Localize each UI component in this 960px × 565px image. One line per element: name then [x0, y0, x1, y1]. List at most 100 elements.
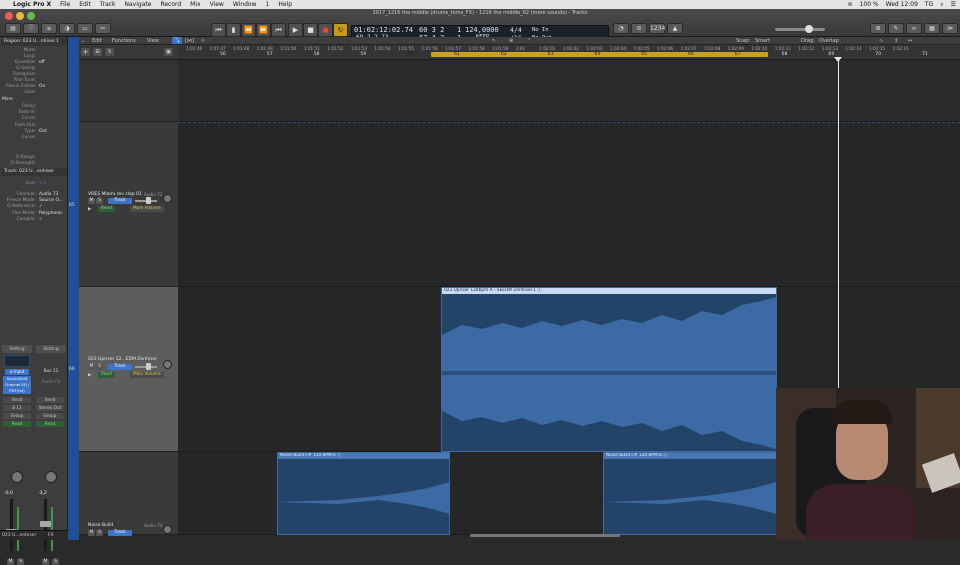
track2-solo-button[interactable]: S: [96, 364, 103, 370]
insp-row-type[interactable]: Type: Out: [2, 129, 66, 134]
track2-automation-param[interactable]: Main Volume: [130, 372, 164, 378]
insp-row-finetune[interactable]: Fine Tune:: [2, 78, 66, 83]
input-slot[interactable]: ⊘ Input: [5, 369, 29, 375]
add-track-button[interactable]: +: [81, 48, 90, 56]
track-name-3[interactable]: Noise Build: [88, 523, 113, 528]
insp-row-fadein[interactable]: Fade In:: [2, 110, 66, 115]
solo-button[interactable]: ⊘: [631, 23, 647, 34]
more-button[interactable]: ≫: [942, 23, 958, 34]
smart-controls-button[interactable]: ◑: [59, 23, 75, 34]
track-name-1[interactable]: VOES Miami rev clap 01: [88, 192, 142, 197]
region-noise-build-2[interactable]: Noise Build F# 120 BPM.6 ⓒ: [603, 452, 777, 535]
insp-row-icon[interactable]: Icon: ∿∿: [2, 181, 66, 186]
read-button-2[interactable]: Read: [36, 421, 64, 427]
menu-navigate[interactable]: Navigate: [125, 1, 152, 8]
toolbar-button[interactable]: ≡: [41, 23, 57, 34]
menu-app-name[interactable]: Logic Pro X: [13, 1, 51, 8]
insp-row-curve1[interactable]: Curve:: [2, 116, 66, 121]
lane-1[interactable]: [178, 122, 960, 287]
eq-thumbnail[interactable]: [4, 355, 30, 367]
group-slot-2[interactable]: Group: [36, 413, 64, 419]
cycle-button[interactable]: ↻: [333, 23, 348, 37]
region-inspector-header[interactable]: Region: 023 U...nhiser.1: [1, 38, 67, 46]
insp-row-gain[interactable]: Gain:: [2, 90, 66, 95]
search-icon[interactable]: ⌕: [940, 1, 943, 9]
vertical-zoom-icon[interactable]: ↕: [894, 38, 898, 44]
menu-track[interactable]: Track: [100, 1, 116, 8]
read-button-1[interactable]: Read: [3, 421, 31, 427]
track2-mute-button[interactable]: M: [88, 364, 95, 370]
insp-row-channel[interactable]: Channel: Audio 73: [2, 192, 66, 197]
chevron-down-icon[interactable]: ⌄: [81, 38, 85, 44]
secondary-tool-icon[interactable]: ⊕: [509, 38, 513, 44]
clock[interactable]: Wed 12:09: [886, 1, 918, 9]
menu-edit[interactable]: Edit: [79, 1, 91, 8]
menu-window[interactable]: Window: [233, 1, 257, 8]
setting-button-2[interactable]: Setting: [36, 345, 66, 353]
insp-row-flexmode[interactable]: Flex Mode: Polyphonic: [2, 211, 66, 216]
tuner-button[interactable]: ◔: [613, 23, 629, 34]
master-volume-knob[interactable]: [805, 25, 813, 33]
pan-knob-1[interactable]: [11, 471, 23, 483]
go-to-start-button[interactable]: ⏮: [271, 23, 286, 37]
flex-view-icon[interactable]: [⋈]: [185, 38, 194, 44]
global-tracks-toggle-icon[interactable]: ▣: [164, 48, 173, 56]
track2-read-button[interactable]: Read: [98, 372, 115, 378]
playhead-marker-icon[interactable]: [834, 57, 842, 62]
send-slot-2[interactable]: Send: [36, 397, 64, 403]
editors-button[interactable]: ✂: [95, 23, 111, 34]
back-button[interactable]: ⏪: [241, 23, 256, 37]
track1-solo-button[interactable]: S: [96, 198, 103, 204]
solo-button-strip1[interactable]: S: [17, 559, 24, 565]
menu-help[interactable]: Help: [278, 1, 292, 8]
battery-status[interactable]: 100 %: [860, 1, 879, 9]
insp-more-toggle[interactable]: More: [2, 97, 66, 102]
track-solo-s-button[interactable]: S: [105, 48, 114, 56]
rewind-button[interactable]: ▮: [226, 23, 241, 37]
horizontal-zoom-icon[interactable]: ↔: [908, 38, 912, 44]
track1-read-button[interactable]: Read: [98, 206, 115, 212]
solo-button-strip2[interactable]: S: [52, 559, 59, 565]
track-header-3[interactable]: Noise Build Audio 74 M S Track: [79, 452, 178, 536]
track3-track-button[interactable]: Track: [108, 530, 132, 536]
region-noise-build-1[interactable]: Noise Build F# 120 BPM.6 ⓒ: [277, 452, 450, 535]
track-header-2[interactable]: 023 Upriser 12...EDM Zenhiser M S Track …: [79, 287, 178, 452]
drag-select[interactable]: Overlap: [819, 38, 839, 44]
view-menu[interactable]: View: [147, 38, 159, 44]
track2-volume-handle[interactable]: [146, 363, 151, 370]
audio-fx-plugin-slot[interactable]: SoundShift Channel EQ / PDT(tst): [3, 376, 31, 394]
flex-mode-icon[interactable]: ⟐: [201, 38, 205, 44]
insp-row-qstrength[interactable]: Q-Strength:: [2, 161, 66, 166]
insp-row-fadeout[interactable]: Fade Out:: [2, 123, 66, 128]
track3-mute-button[interactable]: M: [88, 530, 95, 536]
region-upriser-label[interactable]: 023 Upriser 128bpm A - SEEDM Zenhiser.1 …: [442, 288, 776, 294]
insp-row-qref[interactable]: Q-Reference: ✓: [2, 204, 66, 209]
lane-0[interactable]: [178, 60, 960, 122]
playhead[interactable]: [838, 60, 839, 390]
stop-button[interactable]: ■: [303, 23, 318, 37]
lcd-tempo[interactable]: 124,0000: [465, 26, 499, 34]
insp-row-compile[interactable]: Compile: ✓: [2, 217, 66, 222]
insp-row-quantize[interactable]: Quantize: off: [2, 60, 66, 65]
menu-mix[interactable]: Mix: [190, 1, 200, 8]
catch-playhead-icon[interactable]: ⤵: [172, 37, 182, 44]
track1-mute-button[interactable]: M: [88, 198, 95, 204]
edit-menu[interactable]: Edit: [92, 38, 102, 44]
output-slot-2[interactable]: Stereo Out: [36, 405, 64, 411]
mute-button-strip2[interactable]: M: [42, 559, 49, 565]
list-editors-button[interactable]: ≣: [870, 23, 886, 34]
send-slot-1[interactable]: Send: [3, 397, 31, 403]
insp-row-flex[interactable]: Flex & Follow: On: [2, 84, 66, 89]
pan-knob-track3[interactable]: [163, 525, 172, 534]
track1-volume-handle[interactable]: [146, 197, 151, 204]
track2-disclosure-icon[interactable]: ▶: [88, 373, 91, 378]
loop-browser-button[interactable]: ∞: [906, 23, 922, 34]
track2-track-button[interactable]: Track: [108, 364, 132, 370]
region-noise-build-2-label[interactable]: Noise Build F# 120 BPM.6 ⓒ: [604, 453, 776, 459]
master-volume-slider[interactable]: [775, 28, 825, 31]
menu-record[interactable]: Record: [160, 1, 181, 8]
user-initials[interactable]: TG: [925, 1, 933, 9]
lcd-signature[interactable]: 4/4: [510, 26, 522, 34]
snap-select[interactable]: Smart: [755, 38, 770, 44]
horizontal-scrollbar[interactable]: [470, 534, 620, 537]
